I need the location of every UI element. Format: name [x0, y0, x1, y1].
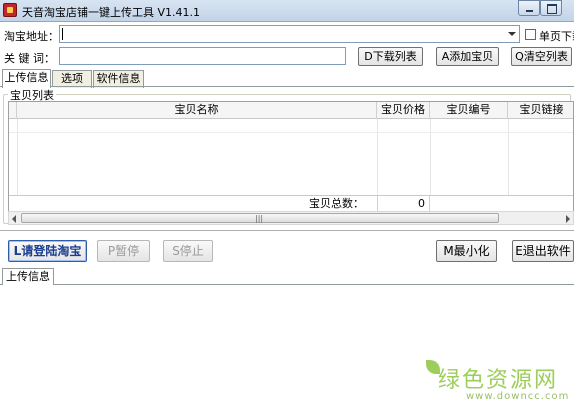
- text-caret: [62, 28, 63, 40]
- table-header: 宝贝名称 宝贝价格 宝贝编号 宝贝链接: [9, 102, 573, 119]
- watermark-logo: 绿色资源网: [438, 368, 559, 393]
- grid-line: [377, 119, 378, 195]
- single-page-checkbox[interactable]: [525, 29, 536, 40]
- tab-upload-info[interactable]: 上传信息: [2, 69, 51, 88]
- chevron-down-icon[interactable]: [508, 32, 516, 36]
- section-divider: [0, 230, 574, 231]
- url-label: 淘宝地址：: [4, 30, 59, 43]
- table-footer: 宝贝总数： 0: [9, 195, 573, 212]
- exit-button[interactable]: E退出软件: [512, 240, 574, 262]
- title-bar[interactable]: 天音淘宝店铺一键上传工具 V1.41.1: [0, 0, 574, 22]
- minimize-window-button[interactable]: [518, 0, 540, 16]
- watermark-url: www.downcc.com: [466, 391, 570, 402]
- grid-line: [9, 132, 573, 133]
- app-icon: [3, 3, 17, 17]
- item-list-table[interactable]: 宝贝名称 宝贝价格 宝贝编号 宝贝链接 宝贝总数： 0: [8, 101, 574, 213]
- pause-button[interactable]: P暂停: [97, 240, 150, 262]
- window-title: 天音淘宝店铺一键上传工具 V1.41.1: [22, 6, 201, 19]
- clear-list-button[interactable]: Q清空列表: [511, 47, 572, 66]
- grip-icon: |||: [255, 214, 264, 223]
- tab-divider: [0, 86, 574, 87]
- scroll-right-icon[interactable]: [566, 215, 570, 223]
- keyword-label: 关 键 词：: [4, 52, 55, 65]
- row-indicator-header: [9, 102, 17, 119]
- minimize-button[interactable]: M最小化: [436, 240, 497, 262]
- tab-upload-log[interactable]: 上传信息: [2, 268, 54, 285]
- grid-line: [508, 119, 509, 195]
- add-item-button[interactable]: A添加宝贝: [436, 47, 499, 66]
- column-header-name[interactable]: 宝贝名称: [17, 102, 377, 119]
- grid-line: [17, 119, 18, 195]
- column-header-id[interactable]: 宝贝编号: [430, 102, 508, 119]
- column-header-price[interactable]: 宝贝价格: [377, 102, 430, 119]
- stop-button[interactable]: S停止: [163, 240, 213, 262]
- login-taobao-button[interactable]: L请登陆淘宝: [8, 240, 87, 262]
- maximize-window-button[interactable]: [540, 0, 562, 16]
- horizontal-scrollbar[interactable]: |||: [8, 211, 574, 225]
- keyword-input[interactable]: [59, 47, 346, 65]
- single-page-label: 单页下载: [539, 30, 574, 43]
- grid-line: [430, 119, 431, 195]
- column-header-link[interactable]: 宝贝链接: [508, 102, 573, 119]
- taobao-url-combobox[interactable]: [59, 25, 520, 43]
- download-list-button[interactable]: D下载列表: [358, 47, 423, 66]
- scroll-left-icon[interactable]: [12, 215, 16, 223]
- scrollbar-thumb[interactable]: |||: [21, 213, 499, 223]
